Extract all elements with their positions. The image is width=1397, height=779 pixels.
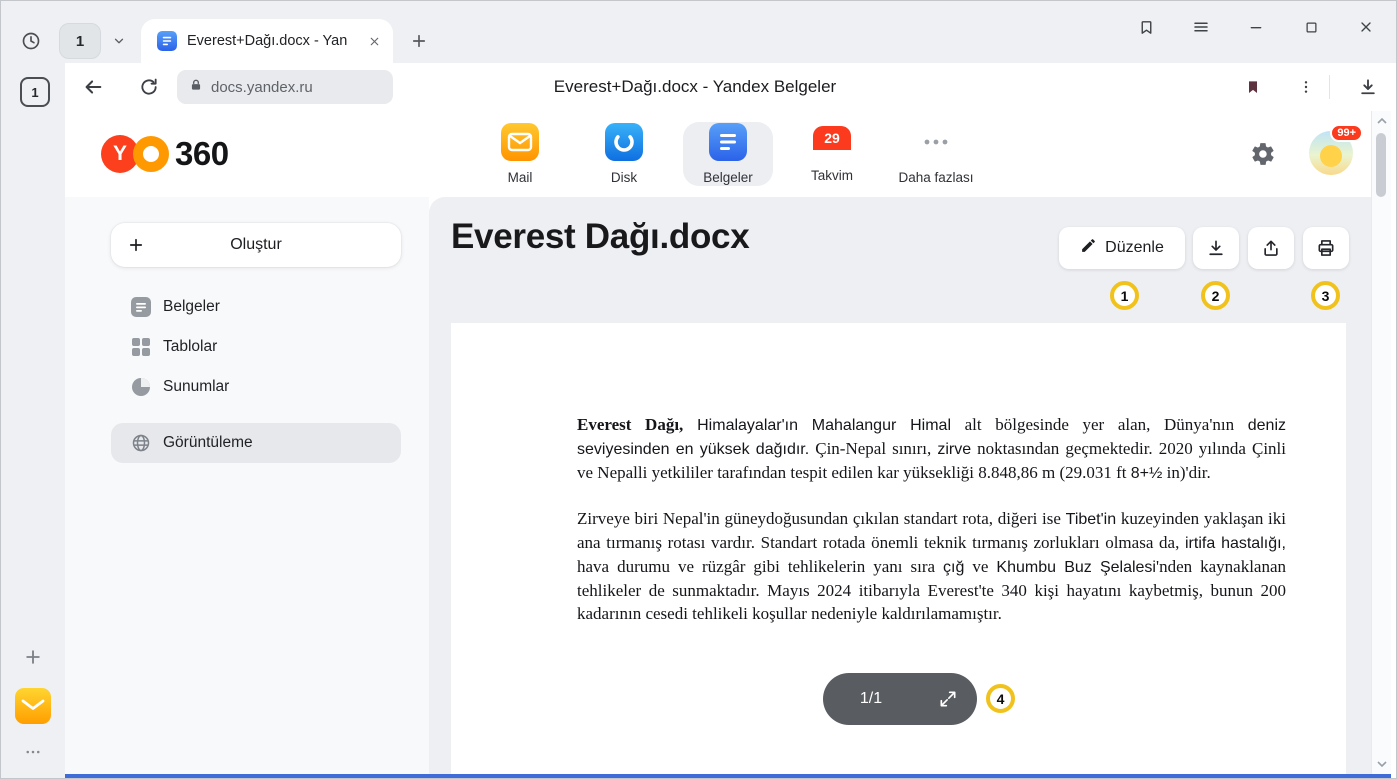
sidebar-item-tablolar[interactable]: Tablolar [111, 327, 401, 367]
history-icon[interactable] [13, 23, 49, 59]
taskbar-edge [65, 774, 1391, 778]
fullscreen-icon[interactable] [919, 689, 977, 709]
tab-title: Everest+Dağı.docx - Yan [187, 33, 358, 49]
sidebar-item-label: Tablolar [163, 338, 217, 356]
back-button[interactable] [75, 69, 111, 105]
logo-o-ring [133, 136, 169, 172]
more-menu-icon[interactable] [1288, 69, 1324, 105]
edit-button[interactable]: Düzenle [1059, 227, 1185, 269]
logo-360-text: 360 [175, 135, 229, 173]
yandex360-panel-icon[interactable] [15, 688, 51, 724]
toolbar-divider [1329, 75, 1330, 99]
lock-icon [189, 77, 203, 98]
browser-window: 1 Everest+Dağı.docx - Yan [0, 0, 1397, 779]
browser-tab[interactable]: Everest+Dağı.docx - Yan [141, 19, 393, 63]
sidebar-item-label: Belgeler [163, 298, 220, 316]
scroll-up-icon[interactable] [1372, 113, 1391, 129]
browser-side-panel: 1 [1, 63, 65, 778]
page-indicator-pill: 1/1 [823, 673, 977, 725]
panel-add-button[interactable] [15, 639, 51, 675]
globe-icon [131, 433, 151, 453]
calendar-body [813, 150, 851, 164]
nav-item-disk[interactable]: Disk [579, 122, 669, 186]
url-text: docs.yandex.ru [211, 79, 313, 96]
y360-logo[interactable]: Y 360 [101, 135, 229, 173]
documents-app-icon [709, 123, 747, 166]
create-button[interactable]: Oluştur [111, 223, 401, 267]
nav-label: Mail [508, 170, 533, 185]
document-title: Everest Dağı.docx [451, 217, 749, 257]
page-count: 1/1 [823, 690, 919, 708]
download-button[interactable] [1193, 227, 1239, 269]
minimize-button[interactable] [1238, 9, 1274, 45]
nav-label: Disk [611, 170, 637, 185]
sidebar-item-sunumlar[interactable]: Sunumlar [111, 367, 401, 407]
scrollbar[interactable] [1371, 111, 1391, 774]
service-nav: Mail Disk Belgeler 29 Takvim [475, 122, 981, 186]
chevron-down-icon[interactable] [103, 23, 135, 59]
documents-icon [131, 297, 151, 317]
nav-item-belgeler[interactable]: Belgeler [683, 122, 773, 186]
browser-toolbar: docs.yandex.ru Everest+Dağı.docx - Yande… [65, 63, 1396, 111]
document-paragraph: Everest Dağı, Himalayalar'ın Mahalangur … [577, 413, 1286, 484]
docs-favicon-icon [157, 31, 177, 51]
new-tab-button[interactable] [401, 23, 437, 59]
more-dots-icon [917, 123, 955, 166]
page-title: Everest+Dağı.docx - Yandex Belgeler [345, 63, 1045, 111]
sidebar-item-label: Sunumlar [163, 378, 229, 396]
document-paragraph: Zirveye biri Nepal'in güneydoğusundan çı… [577, 507, 1286, 624]
mail-icon [501, 123, 539, 166]
app-sidebar: Oluştur Belgeler Tablolar Sunumlar [65, 197, 429, 774]
callout-4: 4 [986, 684, 1015, 713]
panel-more-icon[interactable] [15, 734, 51, 770]
tables-icon [131, 337, 151, 357]
callout-1: 1 [1110, 281, 1139, 310]
nav-item-mail[interactable]: Mail [475, 122, 565, 186]
callout-2: 2 [1201, 281, 1230, 310]
disk-icon [605, 123, 643, 166]
calendar-date: 29 [813, 126, 851, 150]
nav-label: Takvim [811, 168, 853, 183]
sidebar-list: Belgeler Tablolar Sunumlar [111, 287, 401, 407]
callout-3: 3 [1311, 281, 1340, 310]
nav-label: Daha fazlası [898, 170, 973, 185]
workspace-indicator[interactable]: 1 [20, 77, 50, 107]
plus-icon [127, 236, 145, 254]
bookmark-icon[interactable] [1235, 69, 1271, 105]
presentations-icon [131, 377, 151, 397]
reload-button[interactable] [131, 69, 167, 105]
nav-label: Belgeler [703, 170, 753, 185]
tab-counter[interactable]: 1 [59, 23, 101, 59]
document-text: Everest Dağı, Himalayalar'ın Mahalangur … [451, 323, 1346, 625]
print-button[interactable] [1303, 227, 1349, 269]
collections-icon[interactable] [1128, 9, 1164, 45]
create-label: Oluştur [230, 236, 282, 254]
avatar[interactable]: 99+ [1309, 131, 1353, 175]
app-header: Y 360 Mail Disk Belgeler [65, 111, 1373, 197]
menu-icon[interactable] [1183, 9, 1219, 45]
close-button[interactable] [1348, 9, 1384, 45]
downloads-button[interactable] [1350, 69, 1386, 105]
nav-item-takvim[interactable]: 29 Takvim [787, 122, 877, 186]
nav-item-daha-fazlasi[interactable]: Daha fazlası [891, 122, 981, 186]
share-button[interactable] [1248, 227, 1294, 269]
document-area: Everest Dağı.docx Düzenle 1 2 3 Everest … [429, 197, 1373, 774]
maximize-button[interactable] [1293, 9, 1329, 45]
calendar-icon: 29 [813, 126, 851, 164]
tab-close-icon[interactable] [368, 35, 381, 48]
sidebar-item-label: Görüntüleme [163, 434, 253, 452]
scrollbar-thumb[interactable] [1376, 133, 1386, 197]
notification-badge: 99+ [1330, 124, 1363, 142]
sidebar-item-goruntuleme[interactable]: Görüntüleme [111, 423, 401, 463]
tab-strip: 1 Everest+Dağı.docx - Yan [1, 1, 1396, 63]
edit-button-label: Düzenle [1105, 239, 1164, 257]
scroll-down-icon[interactable] [1372, 756, 1391, 772]
settings-gear-icon[interactable] [1245, 136, 1281, 172]
pencil-icon [1080, 237, 1097, 259]
sidebar-item-belgeler[interactable]: Belgeler [111, 287, 401, 327]
